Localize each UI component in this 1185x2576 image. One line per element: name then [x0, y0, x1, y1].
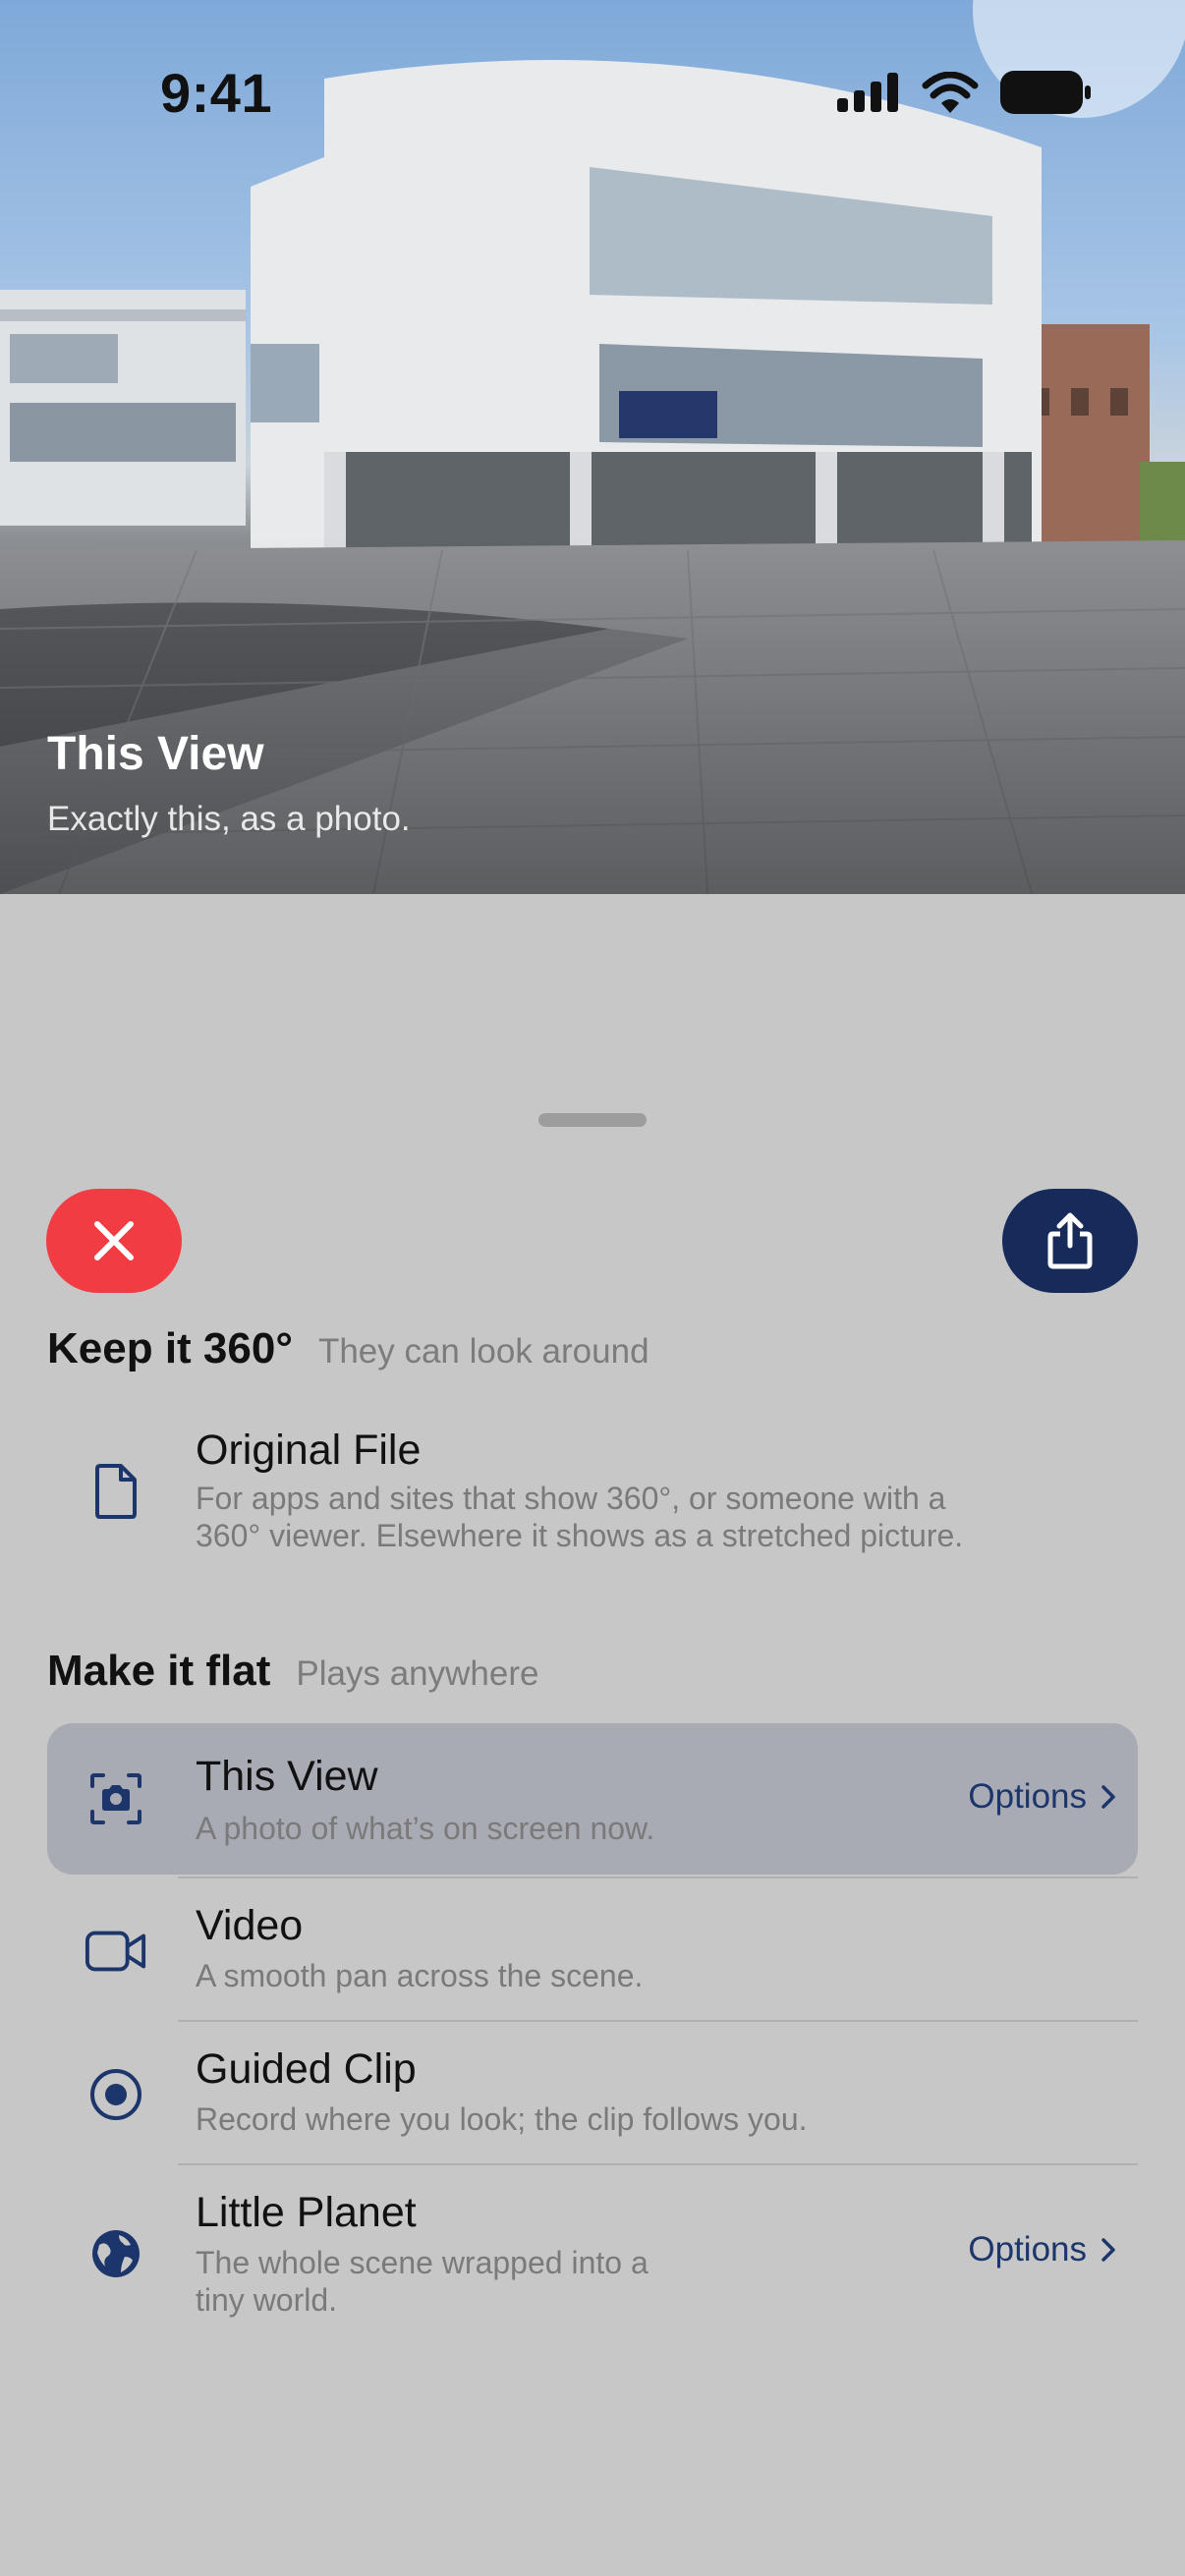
globe-icon — [85, 2222, 147, 2285]
option-little-planet[interactable]: Little Planet The whole scene wrapped in… — [47, 2165, 1138, 2342]
wifi-icon — [922, 72, 979, 113]
option-title: This View — [196, 1753, 378, 1800]
options-button[interactable]: Options — [968, 1777, 1116, 1817]
keep-section-header: Keep it 360° They can look around — [47, 1324, 649, 1373]
option-description: A smooth pan across the scene. — [196, 1958, 644, 1993]
option-guided-clip[interactable]: Guided Clip Record where you look; the c… — [47, 2022, 1138, 2163]
options-label: Options — [968, 2230, 1087, 2268]
section-title: Make it flat — [47, 1647, 271, 1695]
status-icons — [837, 71, 1091, 114]
option-title: Video — [196, 1902, 304, 1949]
option-title: Little Planet — [196, 2189, 417, 2236]
option-original-file[interactable]: Original File For apps and sites that sh… — [47, 1415, 1138, 1562]
share-button[interactable] — [1002, 1189, 1138, 1293]
flat-section-header: Make it flat Plays anywhere — [47, 1647, 538, 1696]
option-description-line-2: tiny world. — [196, 2282, 338, 2318]
video-camera-icon — [85, 1920, 147, 1983]
cellular-signal-icon — [837, 73, 898, 112]
record-circle-icon — [85, 2063, 147, 2126]
hero-title: This View — [47, 728, 264, 780]
hero-preview: 9:41 This View Exactly this, as a photo. — [0, 0, 1185, 894]
status-time: 9:41 — [160, 62, 273, 124]
chevron-right-icon — [1101, 1785, 1115, 1809]
section-subtitle: Plays anywhere — [296, 1654, 539, 1693]
option-video[interactable]: Video A smooth pan across the scene. — [47, 1878, 1138, 2020]
camera-viewfinder-icon — [85, 1767, 147, 1830]
option-title: Guided Clip — [196, 2045, 417, 2093]
section-subtitle: They can look around — [317, 1332, 649, 1371]
share-icon — [1047, 1212, 1093, 1269]
close-icon — [94, 1221, 134, 1260]
chevron-right-icon — [1101, 2238, 1115, 2262]
section-title: Keep it 360° — [47, 1324, 293, 1372]
hero-subtitle: Exactly this, as a photo. — [47, 800, 411, 838]
option-description: A photo of what’s on screen now. — [196, 1811, 655, 1846]
close-button[interactable] — [46, 1189, 182, 1293]
option-description-line-2: 360° viewer. Elsewhere it shows as a str… — [196, 1518, 964, 1553]
battery-icon — [1000, 71, 1091, 114]
options-button[interactable]: Options — [968, 2230, 1116, 2269]
option-description-line-1: For apps and sites that show 360°, or so… — [196, 1481, 946, 1516]
options-label: Options — [968, 1777, 1087, 1816]
option-title: Original File — [196, 1427, 422, 1474]
option-description-line-1: The whole scene wrapped into a — [196, 2245, 649, 2280]
option-description: Record where you look; the clip follows … — [196, 2101, 808, 2137]
option-this-view[interactable]: This View A photo of what’s on screen no… — [47, 1723, 1138, 1875]
document-icon — [85, 1460, 147, 1523]
sheet-grabber[interactable] — [538, 1113, 647, 1127]
